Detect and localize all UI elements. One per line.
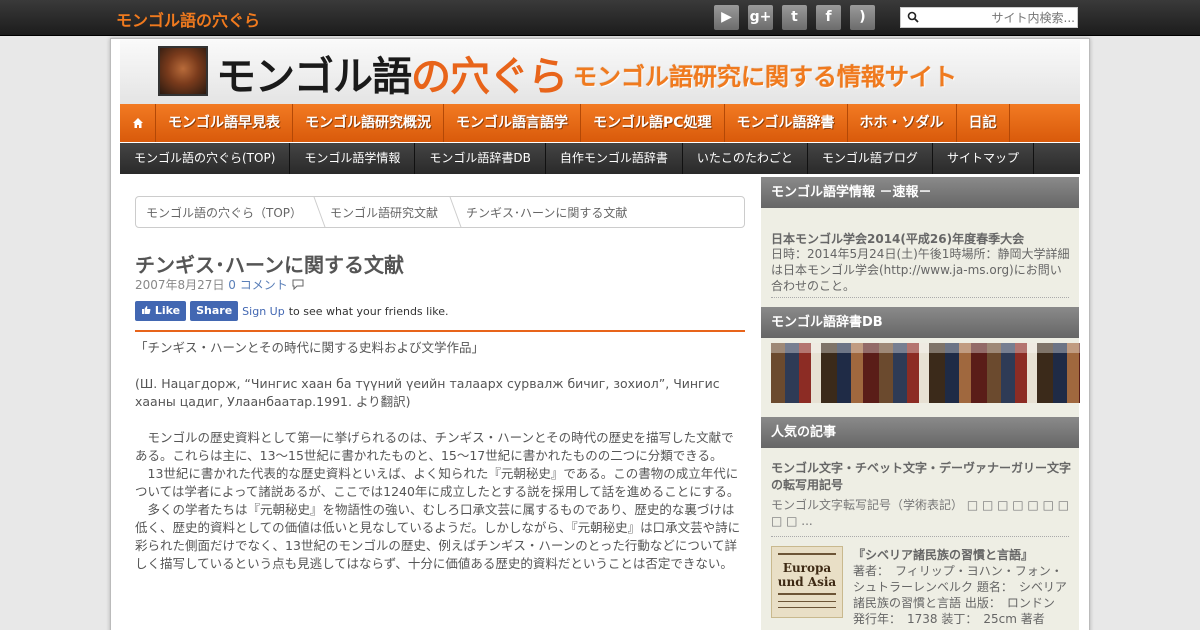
subnav-linguistics-info[interactable]: モンゴル語学情報 (290, 143, 416, 174)
sidebar-divider (771, 536, 1069, 537)
comment-count: 0 コメント (228, 278, 288, 292)
comment-icon (292, 279, 304, 291)
subnav-itako[interactable]: いたこのたわごと (683, 143, 808, 174)
breadcrumb-category[interactable]: モンゴル語研究文献 (320, 204, 448, 221)
logo-image[interactable] (158, 46, 208, 96)
subnav-blog[interactable]: モンゴル語ブログ (808, 143, 933, 174)
nav-pc-processing[interactable]: モンゴル語PC処理 (581, 104, 725, 142)
facebook-like-bar: Like Share Sign Up to see what your frie… (135, 301, 449, 321)
article-paragraph: 「チンギス・ハーンとその時代に関する史料および文学作品」 (135, 340, 485, 355)
article-date: 2007年8月27日 (135, 278, 225, 292)
subnav-sitemap[interactable]: サイトマップ (933, 143, 1034, 174)
rss-icon[interactable]: ) (850, 5, 875, 30)
logo-accent-text: の穴ぐら (411, 54, 568, 100)
breadcrumb-top[interactable]: モンゴル語の穴ぐら（TOP） (136, 204, 312, 221)
article-meta: 2007年8月27日 0 コメント (135, 276, 304, 293)
nav-research-overview[interactable]: モンゴル語研究概況 (293, 104, 444, 142)
thumbnail-title-text: Europa und Asia (777, 561, 837, 589)
popular-item-title[interactable]: 『シベリア諸民族の習慣と言語』 (853, 546, 1073, 563)
popular-item-excerpt: 著者： フィリップ・ヨハン・フォン・シュトラーレンベルク 題名： シベリア諸民族… (853, 564, 1067, 626)
nav-linguistics[interactable]: モンゴル語言語学 (444, 104, 581, 142)
sidebar-heading-popular: 人気の記事 (761, 417, 1079, 448)
top-bar: モンゴル語の穴ぐら ▶ g+ t f ) (0, 0, 1200, 36)
popular-item-thumbnail[interactable]: Europa und Asia (771, 546, 843, 618)
fb-signup-link[interactable]: Sign Up (242, 305, 285, 318)
main-nav: モンゴル語早見表 モンゴル語研究概況 モンゴル語言語学 モンゴル語PC処理 モン… (120, 104, 1080, 142)
thumbs-up-icon (142, 306, 151, 314)
sidebar-heading-dictionary: モンゴル語辞書DB (761, 307, 1079, 338)
comment-count-link[interactable]: 0 コメント (228, 278, 304, 292)
nav-home[interactable] (120, 104, 156, 142)
dictionary-banner-image[interactable] (771, 343, 1080, 403)
search-input[interactable] (923, 8, 1075, 27)
fb-like-button[interactable]: Like (135, 301, 187, 321)
sidebar-divider (771, 297, 1069, 298)
breadcrumb: モンゴル語の穴ぐら（TOP） モンゴル語研究文献 チンギス･ハーンに関する文献 (135, 196, 745, 228)
article-title: チンギス･ハーンに関する文献 (135, 253, 404, 277)
youtube-icon[interactable]: ▶ (714, 5, 739, 30)
nav-diary[interactable]: 日記 (957, 104, 1010, 142)
site-name-link[interactable]: モンゴル語の穴ぐら (116, 7, 260, 31)
google-plus-icon[interactable]: g+ (748, 5, 773, 30)
site-logo[interactable]: モンゴル語の穴ぐら (216, 44, 568, 102)
article-divider (135, 330, 745, 332)
subnav-own-dictionary[interactable]: 自作モンゴル語辞書 (546, 143, 683, 174)
popular-item-excerpt: モンゴル文字転写記号（学術表記） □ □ □ □ □ □ □ □ □ ... (771, 498, 1070, 528)
subnav-dictionary-db[interactable]: モンゴル語辞書DB (415, 143, 546, 174)
article-paragraph: 多くの学者たちは『元朝秘史』を物語性の強い、むしろ口承文芸に属するものであり、歴… (135, 502, 741, 571)
subnav-top[interactable]: モンゴル語の穴ぐら(TOP) (120, 143, 291, 174)
article-paragraph: (Ш. Нацагдорж, “Чингис хаан ба түүний үе… (135, 376, 720, 409)
nav-quick-table[interactable]: モンゴル語早見表 (156, 104, 293, 142)
sidebar-heading-news: モンゴル語学情報 －速報－ (761, 177, 1079, 208)
article-paragraph: 13世紀に書かれた代表的な歴史資料といえば、よく知られた『元朝秘史』である。この… (135, 466, 740, 499)
fb-prompt-text: to see what your friends like. (288, 304, 449, 318)
article-paragraph: モンゴルの歴史資料として第一に挙げられるのは、チンギス・ハーンとその時代の歴史を… (135, 430, 734, 463)
facebook-icon[interactable]: f (816, 5, 841, 30)
sub-nav: モンゴル語の穴ぐら(TOP) モンゴル語学情報 モンゴル語辞書DB 自作モンゴル… (120, 143, 1080, 174)
twitter-icon[interactable]: t (782, 5, 807, 30)
site-tagline: モンゴル語研究に関する情報サイト (573, 63, 957, 91)
home-icon (132, 118, 143, 128)
news-item-body: 日時：2014年5月24日(土)午後1時場所：静岡大学詳細は日本モンゴル学会(h… (771, 247, 1070, 293)
logo-main-text: モンゴル語 (216, 54, 412, 100)
search-icon (907, 11, 919, 23)
article-body: 「チンギス・ハーンとその時代に関する史料および文学作品」 (Ш. Нацагдо… (135, 339, 741, 573)
site-search (900, 7, 1078, 28)
news-item-title[interactable]: 日本モンゴル学会2014(平成26)年度春季大会 (771, 230, 1024, 247)
fb-like-label: Like (154, 304, 181, 317)
nav-dictionary[interactable]: モンゴル語辞書 (725, 104, 848, 142)
breadcrumb-current: チンギス･ハーンに関する文献 (466, 205, 628, 220)
nav-khokh-sodal[interactable]: ホホ・ソダル (848, 104, 957, 142)
fb-share-button[interactable]: Share (190, 301, 239, 321)
popular-item-title[interactable]: モンゴル文字・チベット文字・デーヴァナーガリー文字の転写用記号 (771, 460, 1071, 494)
